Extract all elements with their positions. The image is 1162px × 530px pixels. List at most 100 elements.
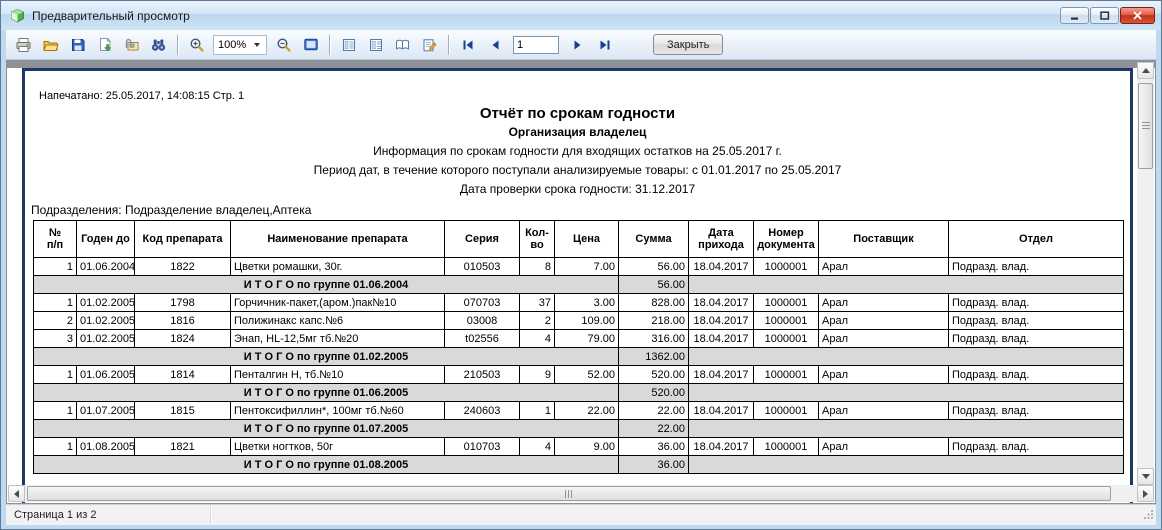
horizontal-scrollbar-thumb[interactable] — [27, 486, 1111, 501]
window-title: Предварительный просмотр — [32, 8, 190, 23]
preview-window: Предварительный просмотр 100% 1 Закрыть … — [0, 0, 1162, 530]
column-header: № п/п — [33, 220, 77, 258]
zoom-out-icon — [276, 37, 291, 52]
column-header: Код препарата — [134, 220, 231, 258]
close-preview-button[interactable]: Закрыть — [653, 34, 724, 55]
table-cell: 52.00 — [554, 365, 619, 384]
first-page-button[interactable] — [455, 34, 480, 56]
table-cell: 1798 — [134, 293, 231, 312]
table-cell: 210503 — [444, 365, 520, 384]
vertical-scrollbar-thumb[interactable] — [1138, 83, 1153, 169]
group-total-label: И Т О Г О по группе 01.07.2005 — [33, 419, 619, 438]
open-button[interactable] — [38, 34, 63, 56]
table-cell: 4 — [519, 329, 555, 348]
multi-page-view-button[interactable] — [363, 34, 388, 56]
table-cell: 1 — [33, 401, 77, 420]
page-number-input[interactable] — [513, 35, 559, 54]
toolbar-separator — [448, 34, 449, 55]
report-subdivisions-line: Подразделения: Подразделение владелец,Ап… — [31, 203, 312, 217]
table-row: 1 01.02.2005 1798 Горчичник-пакет,(аром.)па… — [33, 293, 1124, 312]
table-cell: 18.04.2017 — [688, 401, 754, 420]
table-cell: 109.00 — [554, 311, 619, 330]
vertical-scrollbar[interactable] — [1137, 62, 1154, 485]
save-button[interactable] — [65, 34, 90, 56]
book-view-button[interactable] — [390, 34, 415, 56]
zoom-out-button[interactable] — [271, 34, 296, 56]
next-page-button[interactable] — [565, 34, 590, 56]
scroll-left-button[interactable] — [8, 485, 25, 502]
group-total-row: И Т О Г О по группе 01.06.2005 520.00 — [33, 383, 1124, 402]
table-cell: Подразд. влад. — [948, 437, 1124, 456]
table-cell: 010503 — [444, 257, 520, 276]
export-button[interactable] — [92, 34, 117, 56]
table-cell: Арал — [818, 437, 949, 456]
report-organization: Организация владелец — [508, 125, 647, 139]
table-cell: 1 — [33, 257, 77, 276]
table-cell: 2 — [33, 311, 77, 330]
table-row: 3 01.02.2005 1824 Энап, HL-12,5мг тб.№20 t02… — [33, 329, 1124, 348]
last-page-icon — [600, 40, 609, 49]
book-view-icon — [396, 39, 409, 50]
group-total-filler — [688, 275, 1124, 294]
zoom-in-button[interactable] — [184, 34, 209, 56]
table-cell: 010703 — [444, 437, 520, 456]
group-total-label: И Т О Г О по группе 01.06.2004 — [33, 275, 619, 294]
zoom-level-select[interactable]: 100% — [213, 34, 267, 55]
table-cell: 56.00 — [618, 257, 689, 276]
email-button[interactable] — [119, 34, 144, 56]
table-row: 1 01.06.2004 1822 Цветки ромашки, 30г. 01050… — [33, 257, 1124, 276]
single-page-view-button[interactable] — [336, 34, 361, 56]
table-cell: 1814 — [134, 365, 231, 384]
edit-page-button[interactable] — [417, 34, 442, 56]
table-cell: 1000001 — [753, 365, 819, 384]
group-total-label: И Т О Г О по группе 01.02.2005 — [33, 347, 619, 366]
zoom-level-value: 100% — [218, 38, 247, 51]
table-cell: Горчичник-пакет,(аром.)пак№10 — [230, 293, 445, 312]
prev-page-button[interactable] — [482, 34, 507, 56]
table-cell: Арал — [818, 311, 949, 330]
preview-document-area: Напечатано: 25.05.2017, 14:08:15 Стр. 1 … — [6, 60, 1156, 504]
resize-grip[interactable] — [1143, 509, 1154, 523]
toolbar-separator — [329, 34, 330, 55]
print-button[interactable] — [11, 34, 36, 56]
table-cell: 520.00 — [618, 365, 689, 384]
report-period-line: Период дат, в течение которого поступали… — [313, 163, 842, 177]
table-cell: Арал — [818, 293, 949, 312]
horizontal-scrollbar[interactable] — [8, 485, 1154, 502]
find-button[interactable] — [146, 34, 171, 56]
table-cell: Подразд. влад. — [948, 401, 1124, 420]
table-cell: 01.02.2005 — [76, 293, 135, 312]
scroll-up-button[interactable] — [1137, 62, 1154, 79]
table-cell: 01.06.2004 — [76, 257, 135, 276]
maximize-button[interactable] — [1090, 7, 1119, 24]
triangle-up-icon — [1141, 68, 1150, 73]
minimize-button[interactable] — [1060, 7, 1089, 24]
table-cell: Арал — [818, 365, 949, 384]
table-cell: 316.00 — [618, 329, 689, 348]
horizontal-scrollbar-track[interactable] — [25, 485, 1137, 502]
column-header: Цена — [554, 220, 619, 258]
table-cell: Арал — [818, 257, 949, 276]
table-cell: 18.04.2017 — [688, 257, 754, 276]
table-cell: Полижинакс капс.№6 — [230, 311, 445, 330]
save-floppy-icon — [71, 38, 84, 51]
table-cell: 18.04.2017 — [688, 311, 754, 330]
table-cell: 240603 — [444, 401, 520, 420]
table-cell: 1000001 — [753, 401, 819, 420]
open-folder-icon — [43, 40, 59, 51]
triangle-down-icon — [1141, 474, 1150, 479]
column-header: Дата прихода — [688, 220, 754, 258]
last-page-button[interactable] — [592, 34, 617, 56]
table-cell: Пенталгин Н, тб.№10 — [230, 365, 445, 384]
close-window-button[interactable] — [1120, 7, 1155, 24]
table-cell: 1000001 — [753, 257, 819, 276]
printed-line: Напечатано: 25.05.2017, 14:08:15 Стр. 1 — [39, 90, 245, 102]
group-total-filler — [688, 419, 1124, 438]
table-cell: Подразд. влад. — [948, 293, 1124, 312]
scroll-right-button[interactable] — [1137, 485, 1154, 502]
column-header: Номер документа — [753, 220, 819, 258]
scroll-down-button[interactable] — [1137, 468, 1154, 485]
column-header: Поставщик — [818, 220, 949, 258]
whole-page-button[interactable] — [298, 34, 323, 56]
report-page: Напечатано: 25.05.2017, 14:08:15 Стр. 1 … — [22, 68, 1133, 503]
